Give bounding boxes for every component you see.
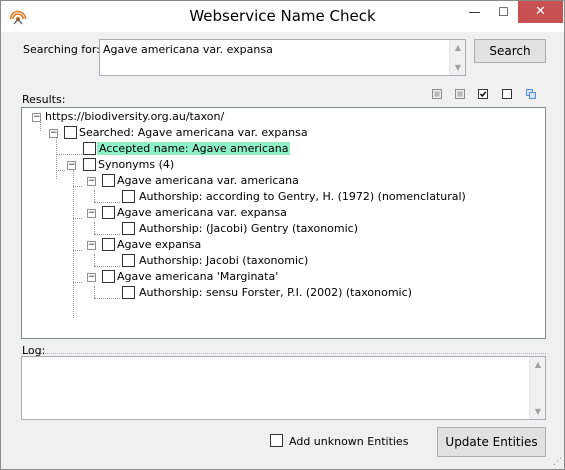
main-content: Searching for: Agave americana var. expa…	[1, 32, 564, 469]
webservice-name-check-window: Webservice Name Check — ☐ ✕ Searching fo…	[0, 0, 565, 470]
collapse-toggle-icon[interactable]: −	[87, 273, 96, 282]
collapse-toggle-icon[interactable]: −	[49, 129, 58, 138]
tree-checkbox[interactable]	[102, 238, 115, 251]
tree-checkbox[interactable]	[122, 190, 135, 203]
tree-node-synonym[interactable]: Agave americana var. expansa	[117, 205, 287, 221]
tree-node-synonym[interactable]: Agave americana var. americana	[117, 173, 299, 189]
collapse-all-icon[interactable]	[431, 88, 443, 100]
tree-checkbox[interactable]	[122, 222, 135, 235]
tree-node-synonyms[interactable]: Synonyms (4)	[98, 157, 174, 173]
scroll-down-icon[interactable]: ▼	[450, 63, 466, 72]
searching-for-label: Searching for:	[23, 43, 100, 56]
tree-checkbox[interactable]	[102, 206, 115, 219]
tree-node-authorship[interactable]: Authorship: sensu Forster, P.I. (2002) (…	[139, 285, 412, 301]
splitter[interactable]	[21, 353, 546, 354]
accepted-name-label: Accepted name: Agave americana	[97, 142, 291, 155]
add-unknown-entities-checkbox[interactable]	[270, 434, 283, 447]
results-tree[interactable]: − https://biodiversity.org.au/taxon/ − S…	[21, 107, 546, 339]
update-entities-button[interactable]: Update Entities	[437, 427, 546, 457]
search-input-scrollbar[interactable]: ▲ ▼	[449, 40, 465, 75]
tree-node-synonym[interactable]: Agave expansa	[117, 237, 201, 253]
tree-node-authorship[interactable]: Authorship: according to Gentry, H. (197…	[139, 189, 466, 205]
tree-node-accepted-name[interactable]: Accepted name: Agave americana	[97, 141, 291, 157]
expand-all-icon[interactable]	[454, 88, 466, 100]
tree-checkbox[interactable]	[64, 126, 77, 139]
collapse-toggle-icon[interactable]: −	[32, 113, 41, 122]
scroll-up-icon[interactable]: ▲	[450, 43, 466, 52]
minimize-button[interactable]: —	[460, 1, 489, 23]
tree-node-searched[interactable]: Searched: Agave americana var. expansa	[79, 125, 308, 141]
scroll-down-icon[interactable]: ▼	[530, 407, 546, 416]
tree-node-synonym[interactable]: Agave americana 'Marginata'	[117, 269, 278, 285]
tree-checkbox[interactable]	[83, 142, 96, 155]
search-input-value: Agave americana var. expansa	[103, 43, 273, 56]
tree-checkbox[interactable]	[102, 174, 115, 187]
search-button[interactable]: Search	[474, 39, 546, 63]
collapse-toggle-icon[interactable]: −	[67, 161, 76, 170]
collapse-toggle-icon[interactable]: −	[87, 209, 96, 218]
add-unknown-entities-label: Add unknown Entities	[289, 435, 409, 448]
collapse-toggle-icon[interactable]: −	[87, 177, 96, 186]
results-label: Results:	[22, 93, 66, 106]
maximize-button[interactable]: ☐	[489, 1, 518, 23]
tree-node-authorship[interactable]: Authorship: (Jacobi) Gentry (taxonomic)	[139, 221, 358, 237]
collapse-toggle-icon[interactable]: −	[87, 241, 96, 250]
log-textbox[interactable]: ▲ ▼	[21, 356, 546, 420]
title-bar[interactable]: Webservice Name Check — ☐ ✕	[1, 1, 564, 32]
search-input[interactable]: Agave americana var. expansa ▲ ▼	[99, 39, 466, 76]
scroll-up-icon[interactable]: ▲	[530, 360, 546, 369]
tree-node-authorship[interactable]: Authorship: Jacobi (taxonomic)	[139, 253, 308, 269]
close-button[interactable]: ✕	[518, 1, 563, 23]
log-scrollbar[interactable]: ▲ ▼	[529, 357, 545, 419]
resize-grip-icon[interactable]: ⋰	[553, 457, 562, 467]
copy-icon[interactable]	[525, 88, 537, 100]
uncheck-all-icon[interactable]	[501, 88, 513, 100]
tree-checkbox[interactable]	[83, 158, 96, 171]
tree-node-root[interactable]: https://biodiversity.org.au/taxon/	[45, 109, 224, 125]
tree-checkbox[interactable]	[122, 254, 135, 267]
tree-checkbox[interactable]	[122, 286, 135, 299]
check-all-icon[interactable]	[477, 88, 489, 100]
tree-checkbox[interactable]	[102, 270, 115, 283]
